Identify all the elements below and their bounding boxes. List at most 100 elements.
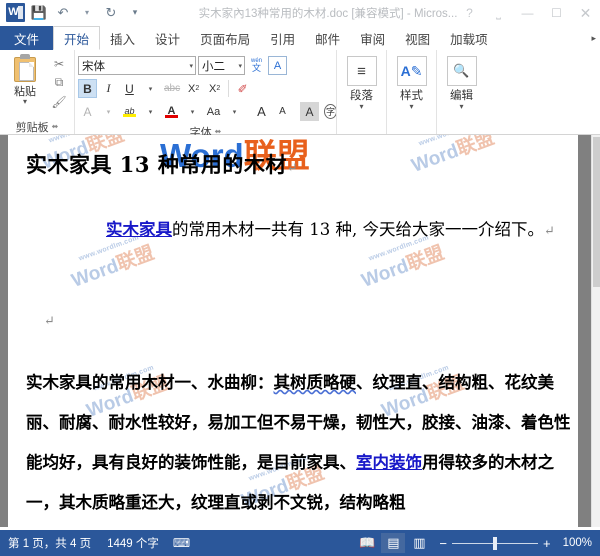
text-highlight-color-icon[interactable]: ab (120, 102, 139, 121)
text-shading-icon[interactable]: A (300, 102, 319, 121)
zoom-level[interactable]: 100% (559, 537, 592, 549)
phonetic-guide-icon[interactable]: wén 文 (247, 56, 266, 75)
watermark-tile-word: Word (68, 255, 122, 292)
font-size-dropdown-icon[interactable]: ▾ (234, 62, 242, 70)
styles-group-button[interactable]: A✎ (396, 56, 427, 86)
font-size-combo[interactable]: 小二 ▾ (198, 56, 245, 75)
ribbon-display-options-icon[interactable]: ⎵ (484, 0, 513, 26)
strikethrough-button[interactable]: abc (162, 79, 182, 98)
styles-group-dropdown-icon[interactable]: ▾ (409, 103, 413, 111)
paragraph-group-label: 段落 (350, 90, 373, 102)
cut-icon[interactable]: ✂ (48, 54, 70, 73)
text-effects-icon[interactable]: A (78, 102, 97, 121)
watermark-tile: www.wordlm.com Word联盟 (405, 135, 498, 178)
zoom-in-icon[interactable]: + (543, 537, 551, 550)
watermark-tile-word: Word (358, 255, 412, 292)
view-read-mode-icon[interactable]: 📖 (355, 533, 379, 553)
document-paragraph-1: 实木家具的常用木材一共有 13 种, 今天给大家一一介绍下。↵ ↵ (26, 207, 566, 329)
group-clipboard: 粘贴 ▾ ✂ ⧉ 🖌 剪贴板 ⬌ (0, 50, 74, 134)
help-icon[interactable]: ? (455, 0, 484, 26)
italic-button[interactable]: I (99, 79, 118, 98)
styles-group-label: 样式 (400, 90, 423, 102)
spellcheck-marked-text: 其树质略硬 (273, 373, 357, 392)
tab-review[interactable]: 审阅 (350, 26, 395, 50)
font-row2-divider (228, 80, 230, 97)
tab-references[interactable]: 引用 (260, 26, 305, 50)
font-row-1: 宋体 ▾ 小二 ▾ wén 文 A (78, 55, 333, 76)
clear-formatting-icon[interactable]: ✐ (233, 79, 252, 98)
superscript-button[interactable]: X2 (205, 79, 224, 98)
underline-button[interactable]: U (120, 79, 139, 98)
change-case-icon[interactable]: Aa (204, 102, 223, 121)
bold-button[interactable]: B (78, 79, 97, 98)
tab-insert[interactable]: 插入 (100, 26, 145, 50)
customize-qat-icon[interactable]: ▾ (124, 2, 146, 24)
document-paragraph-2: 实木家具的常用木材一、水曲柳：其树质略硬、纹理直、结构粗、花纹美丽、耐腐、耐水性… (26, 363, 574, 523)
font-color-dropdown-icon[interactable]: ▾ (183, 102, 202, 121)
restore-icon[interactable]: ☐ (542, 0, 571, 26)
scrollbar-thumb[interactable] (593, 137, 600, 287)
clipboard-icon (12, 54, 38, 82)
subscript-button[interactable]: X2 (184, 79, 203, 98)
paragraph-1-line2: 下。 (510, 220, 544, 239)
shrink-font-icon[interactable]: A (273, 102, 292, 121)
change-case-dropdown-icon[interactable]: ▾ (225, 102, 244, 121)
window-buttons: ? ⎵ — ☐ ✕ (455, 0, 600, 26)
font-name-combo[interactable]: 宋体 ▾ (78, 56, 196, 75)
document-heading: 实木家具 13 种常用的木材↵ (26, 149, 298, 179)
view-web-layout-icon[interactable]: ▥ (407, 533, 431, 553)
editing-group-button[interactable]: 🔍 (446, 56, 477, 86)
status-bar-right: 📖 ▤ ▥ − + 100% (355, 533, 600, 553)
text-effects-dropdown-icon[interactable]: ▾ (99, 102, 118, 121)
status-bar: 第 1 页，共 4 页 1449 个字 ⌨ 📖 ▤ ▥ − + 100% (0, 530, 600, 556)
ribbon-tabs: 文件 开始 插入 设计 页面布局 引用 邮件 审阅 视图 加载项 ▸ (0, 26, 600, 50)
font-color-icon[interactable]: A (162, 102, 181, 121)
format-painter-icon[interactable]: 🖌 (48, 93, 70, 112)
tab-mailings[interactable]: 邮件 (305, 26, 350, 50)
clipboard-group-label: 剪贴板 (15, 121, 49, 134)
watermark-tile-union: 联盟 (454, 135, 498, 161)
editing-group-dropdown-icon[interactable]: ▾ (459, 103, 463, 111)
save-icon[interactable]: 💾 (28, 2, 50, 24)
word-count[interactable]: 1449 个字 (99, 535, 167, 551)
redo-icon[interactable]: ↻ (100, 2, 122, 24)
view-print-layout-icon[interactable]: ▤ (381, 533, 406, 553)
ribbon: 粘贴 ▾ ✂ ⧉ 🖌 剪贴板 ⬌ 宋体 ▾ 小二 ▾ wén 文 A B I U… (0, 50, 600, 181)
zoom-slider[interactable]: − + (433, 536, 556, 550)
underline-dropdown-icon[interactable]: ▾ (141, 79, 160, 98)
undo-dropdown-icon[interactable]: ▾ (76, 2, 98, 24)
paragraph-group-dropdown-icon[interactable]: ▾ (359, 103, 363, 111)
font-row-2: B I U ▾ abc X2 X2 ✐ (78, 78, 333, 99)
group-editing: 🔍 编辑 ▾ (436, 50, 486, 134)
zoom-out-icon[interactable]: − (439, 537, 447, 550)
tab-file[interactable]: 文件 (0, 26, 54, 50)
tab-design[interactable]: 设计 (145, 26, 190, 50)
hyperlink-solid-wood-furniture[interactable]: 实木家具 (106, 220, 172, 239)
font-name-dropdown-icon[interactable]: ▾ (185, 62, 193, 70)
paste-button[interactable]: 粘贴 ▾ (3, 52, 47, 106)
tab-overflow-icon[interactable]: ▸ (591, 26, 600, 50)
grow-font-icon[interactable]: A (252, 102, 271, 121)
copy-icon[interactable]: ⧉ (48, 73, 70, 92)
font-row-3: A ▾ ab ▾ A ▾ Aa ▾ A A A 字 (78, 101, 337, 122)
close-icon[interactable]: ✕ (571, 0, 600, 26)
zoom-track[interactable] (451, 536, 538, 550)
paragraph-group-button[interactable]: ≡ (346, 56, 377, 86)
tab-addins[interactable]: 加载项 (440, 26, 498, 50)
zoom-thumb[interactable] (492, 536, 497, 550)
hyperlink-interior-decoration[interactable]: 室内装饰 (356, 453, 422, 472)
minimize-icon[interactable]: — (513, 0, 542, 26)
tab-home[interactable]: 开始 (53, 26, 101, 50)
undo-icon[interactable]: ↶ (52, 2, 74, 24)
character-border-icon[interactable]: A (268, 56, 287, 75)
document-area[interactable]: www.wordlm.com Word联盟 www.wordlm.com Wor… (0, 135, 600, 527)
highlight-dropdown-icon[interactable]: ▾ (141, 102, 160, 121)
tab-page-layout[interactable]: 页面布局 (190, 26, 260, 50)
page-info[interactable]: 第 1 页，共 4 页 (0, 535, 99, 551)
paste-dropdown-icon[interactable]: ▾ (23, 98, 27, 106)
tab-view[interactable]: 视图 (395, 26, 440, 50)
proofing-errors-icon[interactable]: ⌨ (167, 536, 196, 550)
clipboard-dialog-launcher-icon[interactable]: ⬌ (52, 122, 59, 131)
document-page[interactable]: www.wordlm.com Word联盟 www.wordlm.com Wor… (8, 135, 578, 527)
vertical-scrollbar[interactable] (591, 135, 600, 527)
